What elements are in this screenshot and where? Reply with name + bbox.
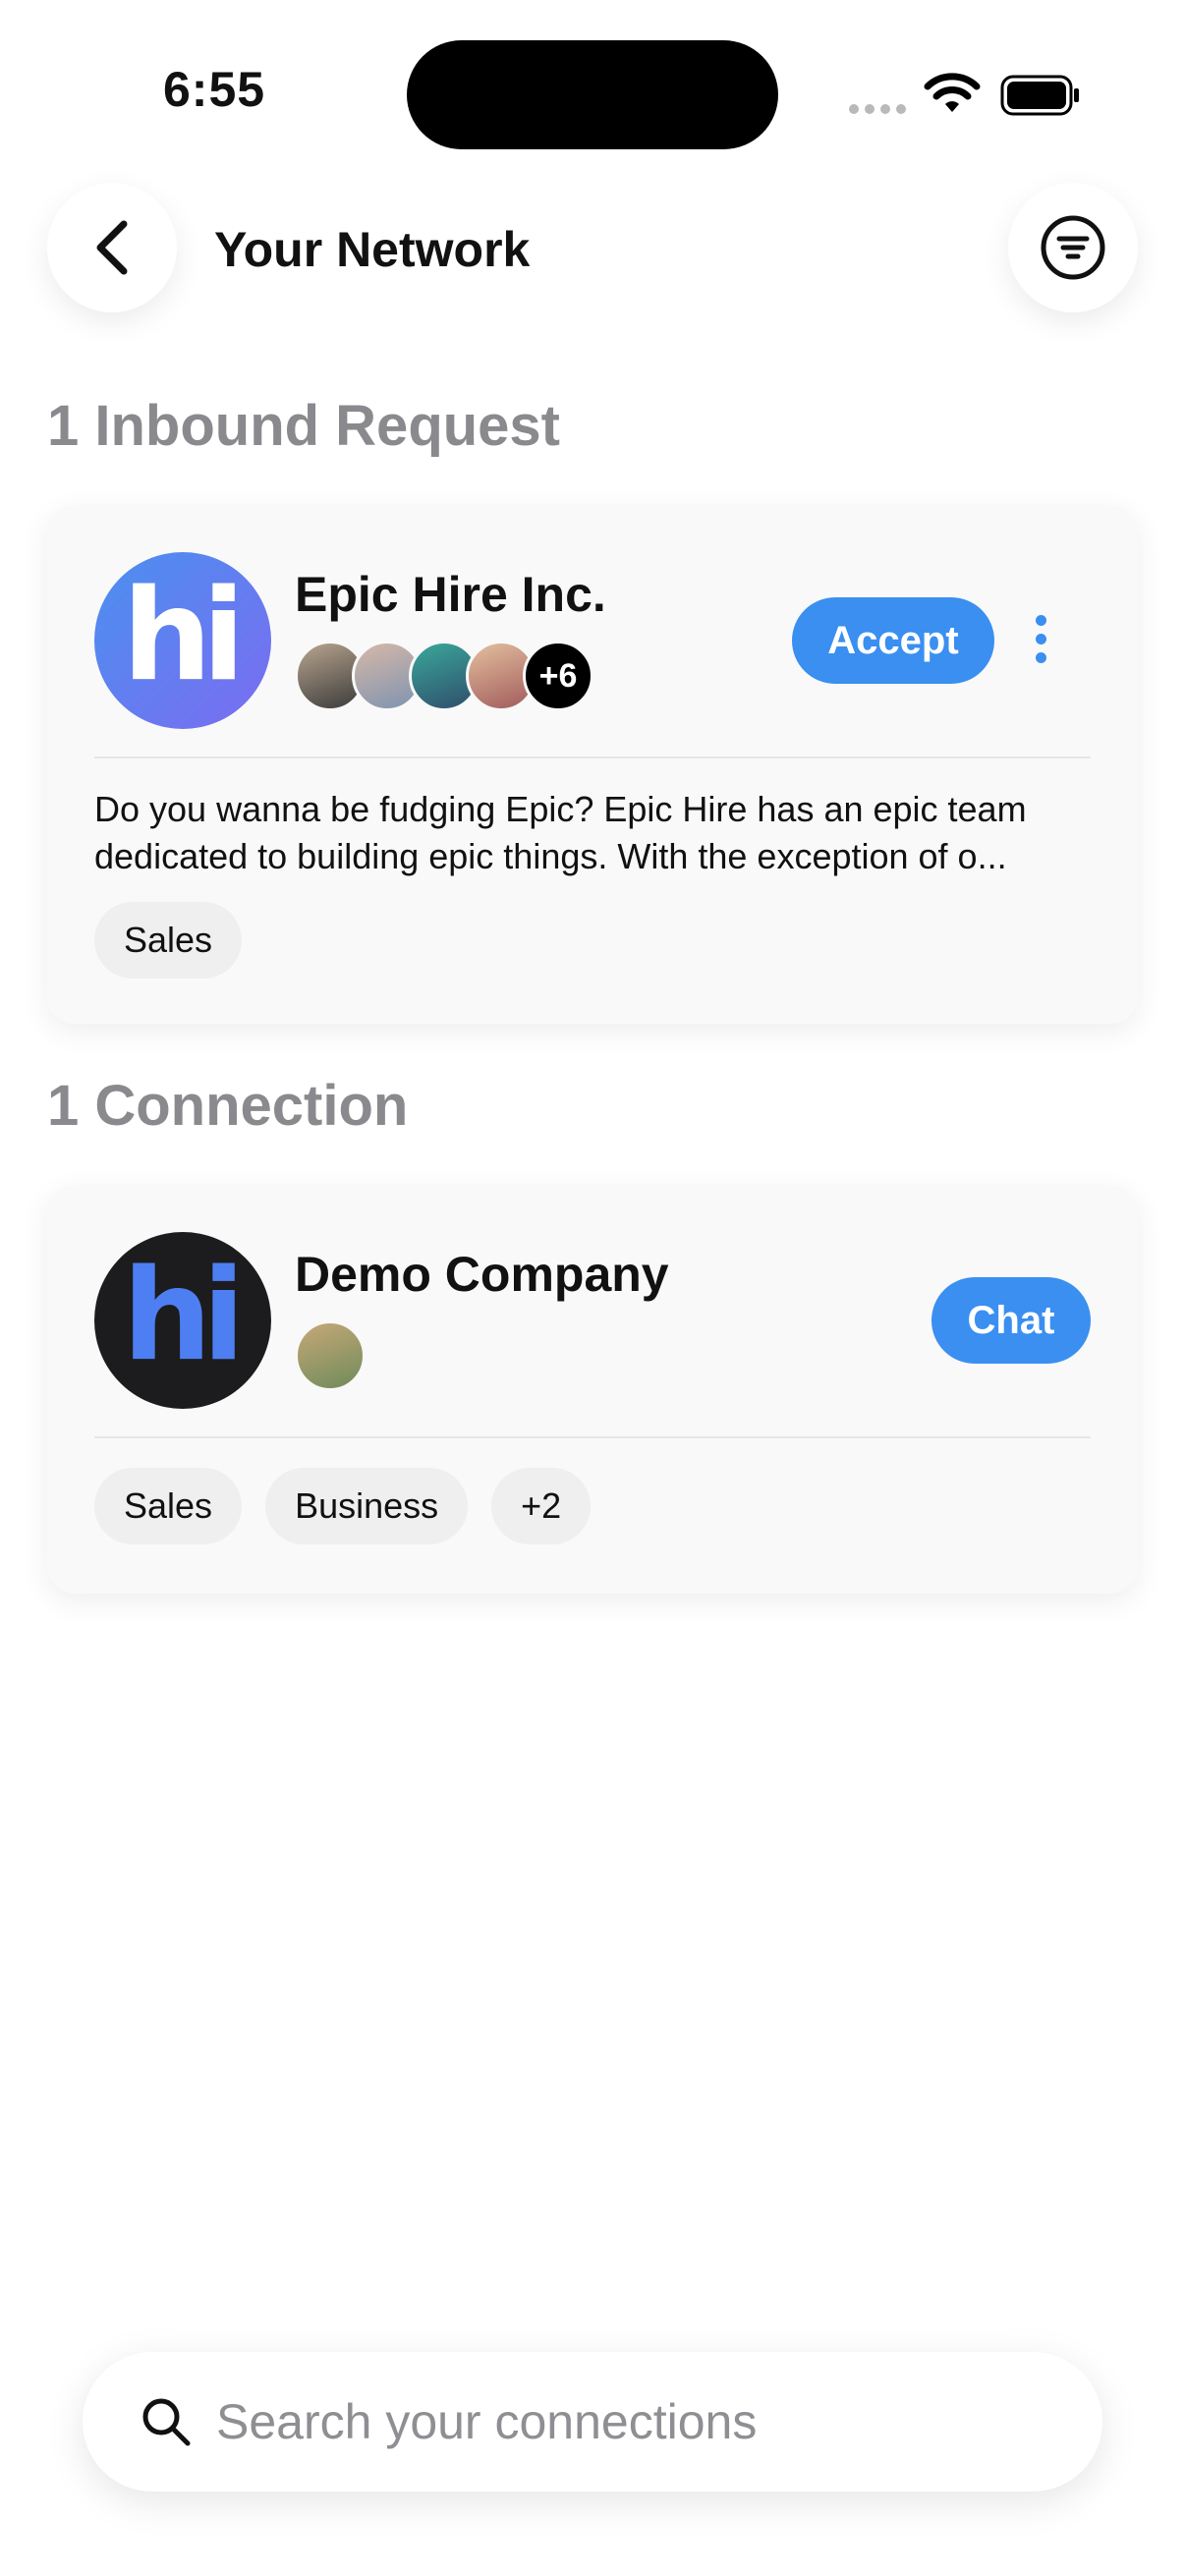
avatar [295, 1320, 366, 1391]
logo-text: hi [122, 562, 246, 709]
cellular-signal-icon [849, 104, 906, 114]
tag: Sales [94, 1468, 243, 1544]
tag: Sales [94, 902, 243, 979]
card-divider [94, 1436, 1091, 1438]
connections-section-title: 1 Connection [47, 1074, 409, 1138]
inbound-section-title: 1 Inbound Request [47, 394, 560, 458]
company-name: Epic Hire Inc. [295, 567, 606, 622]
company-logo: hi [94, 552, 271, 729]
chat-button[interactable]: Chat [931, 1277, 1091, 1364]
more-members-badge: +6 [523, 641, 593, 711]
search-icon [142, 2398, 191, 2446]
wifi-icon [924, 73, 981, 112]
battery-icon [1000, 75, 1079, 116]
tag: Business [265, 1468, 469, 1544]
filter-button[interactable] [1008, 183, 1138, 312]
company-name: Demo Company [295, 1247, 669, 1302]
member-avatars: +6 [295, 641, 593, 711]
search-bar[interactable] [83, 2352, 1102, 2492]
tag-more: +2 [491, 1468, 592, 1544]
back-button[interactable] [47, 183, 177, 312]
dynamic-island [407, 40, 778, 149]
search-input[interactable] [214, 2392, 1004, 2451]
logo-text: hi [122, 1242, 246, 1389]
member-avatars [295, 1320, 366, 1391]
status-time: 6:55 [163, 62, 266, 117]
company-logo: hi [94, 1232, 271, 1409]
tag-list: Sales Business +2 [94, 1468, 592, 1544]
filter-icon [1041, 215, 1105, 280]
tag-list: Sales [94, 902, 243, 979]
connection-card[interactable]: hi Demo Company Chat Sales Business +2 [47, 1185, 1138, 1594]
accept-button[interactable]: Accept [792, 597, 994, 684]
page-title: Your Network [214, 222, 531, 277]
back-chevron-icon [96, 220, 128, 275]
more-vertical-icon[interactable] [1030, 615, 1051, 663]
inbound-request-card[interactable]: hi Epic Hire Inc. +6 Accept Do you wanna… [47, 505, 1138, 1024]
company-description: Do you wanna be fudging Epic? Epic Hire … [94, 789, 1027, 876]
card-divider [94, 756, 1091, 758]
